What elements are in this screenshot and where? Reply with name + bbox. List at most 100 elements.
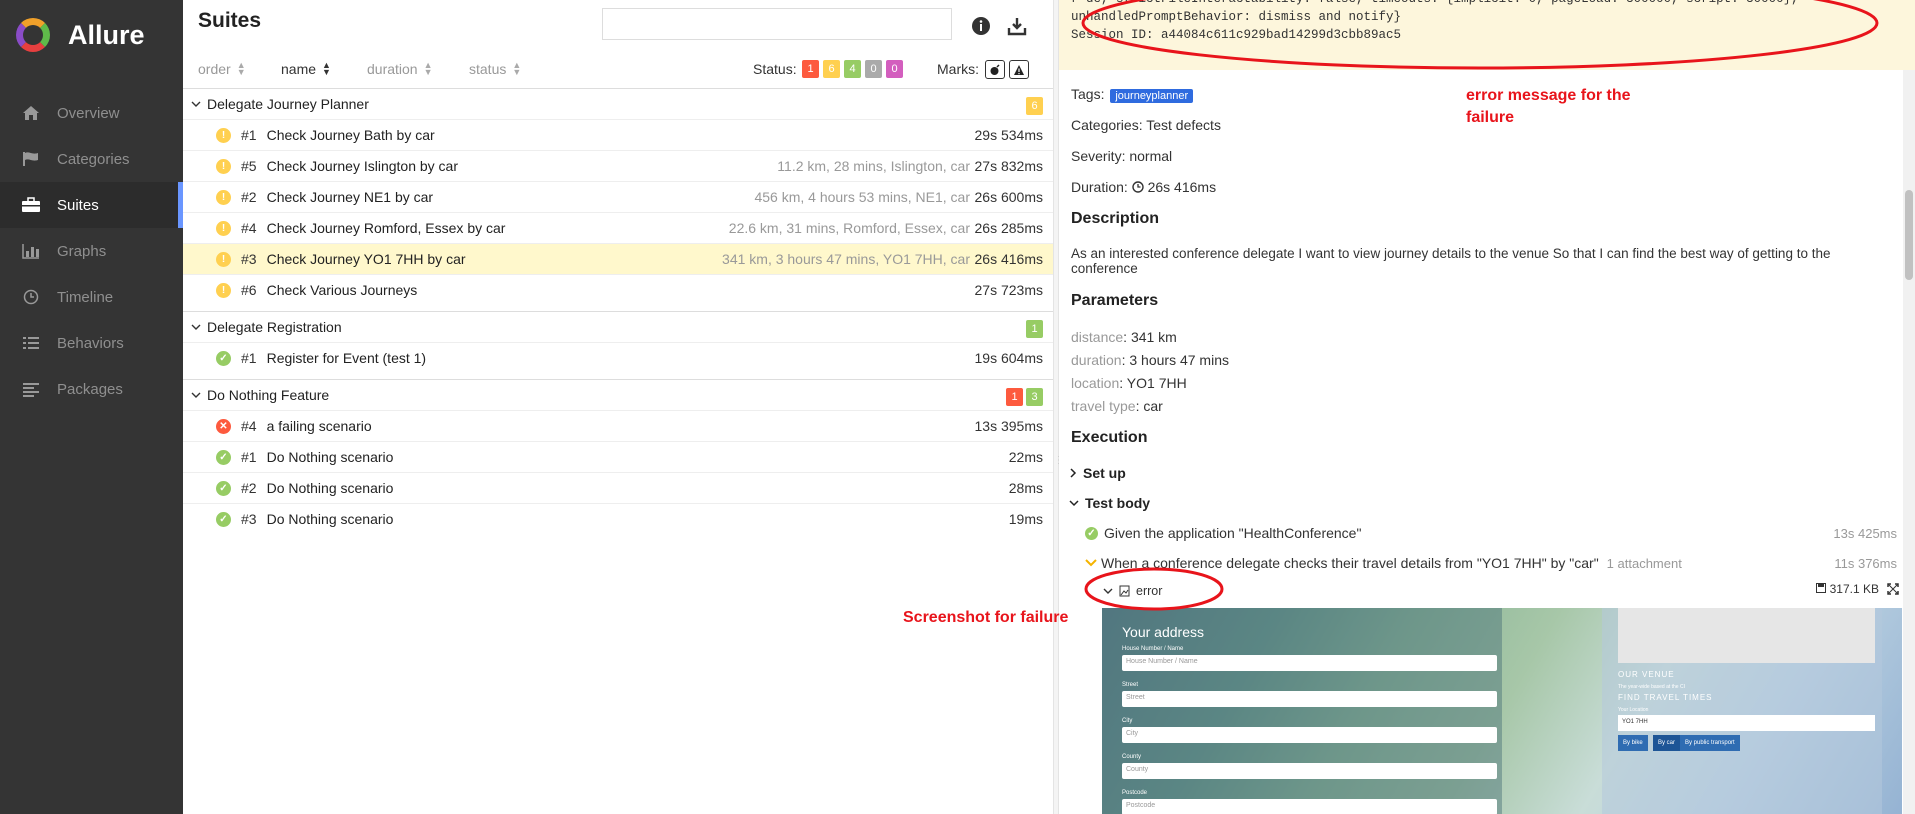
count-badge: 6: [1026, 97, 1043, 115]
brand[interactable]: Allure: [0, 0, 183, 70]
testbody-section-toggle[interactable]: Test body: [1069, 495, 1150, 511]
sidebar-item-timeline[interactable]: Timeline: [0, 274, 183, 320]
passed-status-icon: ✓: [216, 449, 231, 465]
details-scrollbar[interactable]: [1903, 70, 1915, 814]
list-icon: [20, 334, 42, 352]
info-button[interactable]: [969, 14, 993, 38]
test-number: #6: [241, 282, 257, 298]
test-number: #4: [241, 418, 257, 434]
bar-chart-icon: [20, 242, 42, 260]
test-row[interactable]: ! #4 Check Journey Romford, Essex by car 22…: [183, 212, 1053, 243]
suites-header: Suites: [183, 0, 1053, 50]
sidebar-item-overview[interactable]: Overview: [0, 90, 183, 136]
test-row[interactable]: ✕ #4 a failing scenario 13s 395ms: [183, 410, 1053, 441]
screenshot-map-placeholder: [1618, 608, 1875, 663]
failed-status-icon: ✕: [216, 418, 231, 434]
sidebar-item-suites[interactable]: Suites: [0, 182, 183, 228]
parameter-value: 341 km: [1130, 329, 1177, 345]
new-failed-mark-toggle[interactable]: [1009, 60, 1029, 79]
download-button[interactable]: [1005, 14, 1029, 38]
step-row[interactable]: ✓ Given the application "HealthConferenc…: [1085, 525, 1361, 541]
suites-pane: Suites order ▲ ▼ name ▲ ▼ duration ▲ ▼ s…: [183, 0, 1053, 814]
screenshot-button: By car: [1653, 735, 1681, 751]
status-filter-chip[interactable]: 1: [802, 60, 819, 78]
bomb-icon: [990, 63, 1000, 75]
test-duration: 27s 832ms: [974, 158, 1043, 174]
download-icon: [1007, 18, 1027, 36]
step-attachment-count: 1 attachment: [1606, 555, 1682, 571]
test-number: #2: [241, 480, 257, 496]
error-line: r=de, strictFileInteractability: false, …: [1071, 0, 1799, 8]
passed-status-icon: ✓: [216, 480, 231, 496]
search-input[interactable]: [602, 8, 952, 40]
screenshot-button: By public transport: [1680, 735, 1740, 751]
suite-group-header[interactable]: Delegate Journey Planner 6: [183, 89, 1053, 119]
chevron-down-icon: [191, 101, 201, 107]
sort-label: order: [198, 61, 231, 77]
chevron-down-icon: [191, 324, 201, 330]
suite-group-header[interactable]: Do Nothing Feature 1 3: [183, 380, 1053, 410]
warning-icon: [1014, 64, 1024, 75]
expand-attachment-button[interactable]: [1887, 582, 1899, 598]
sidebar-item-behaviors[interactable]: Behaviors: [0, 320, 183, 366]
test-row[interactable]: ✓ #3 Do Nothing scenario 19ms: [183, 503, 1053, 534]
screenshot-field: House Number / Name: [1122, 655, 1497, 671]
duration-label: Duration:: [1071, 179, 1128, 195]
marks-filter-label: Marks:: [937, 61, 979, 77]
sidebar-item-categories[interactable]: Categories: [0, 136, 183, 182]
test-row[interactable]: ! #6 Check Various Journeys 27s 723ms: [183, 274, 1053, 305]
status-filter-chip[interactable]: 4: [844, 60, 861, 78]
status-filter-chip[interactable]: 0: [886, 60, 903, 78]
test-row[interactable]: ✓ #1 Register for Event (test 1) 19s 604ms: [183, 342, 1053, 373]
sort-bar: order ▲ ▼ name ▲ ▼ duration ▲ ▼ status ▲ ▼ S…: [183, 57, 1053, 83]
scrollbar-thumb[interactable]: [1905, 190, 1913, 280]
screenshot-field: Postcode: [1122, 799, 1497, 814]
sort-duration[interactable]: duration ▲ ▼: [367, 61, 433, 78]
sidebar-item-label: Behaviors: [57, 334, 124, 352]
test-row[interactable]: ✓ #2 Do Nothing scenario 28ms: [183, 472, 1053, 503]
sort-name[interactable]: name ▲ ▼: [281, 61, 331, 78]
flaky-mark-toggle[interactable]: [985, 60, 1005, 79]
error-message-box: r=de, strictFileInteractability: false, …: [1059, 0, 1915, 70]
status-filter-chip[interactable]: 0: [865, 60, 882, 78]
parameter-key: duration: [1071, 352, 1122, 368]
test-row[interactable]: ! #1 Check Journey Bath by car 29s 534ms: [183, 119, 1053, 150]
test-row[interactable]: ✓ #1 Do Nothing scenario 22ms: [183, 441, 1053, 472]
annotation-error-message: error message for the failure: [1466, 87, 1631, 126]
screenshot-field-label: House Number / Name: [1122, 646, 1184, 652]
clock-icon: [20, 288, 42, 306]
suite-group-header[interactable]: Delegate Registration 1: [183, 312, 1053, 342]
screenshot-location-label: Your Location: [1618, 707, 1649, 713]
sidebar-item-packages[interactable]: Packages: [0, 366, 183, 412]
parameter-row: location: YO1 7HH: [1071, 375, 1187, 391]
test-number: #3: [241, 251, 257, 267]
test-duration: 28ms: [1008, 480, 1043, 496]
suite-group-counts: 6: [1026, 97, 1043, 115]
sort-status[interactable]: status ▲ ▼: [469, 61, 521, 78]
test-row[interactable]: ! #2 Check Journey NE1 by car 456 km, 4 hou…: [183, 181, 1053, 212]
duration-value: 26s 416ms: [1147, 179, 1217, 195]
info-icon: [972, 17, 990, 35]
parameter-row: travel type: car: [1071, 398, 1163, 414]
suite-group-name: Delegate Registration: [207, 319, 342, 335]
sidebar-item-graphs[interactable]: Graphs: [0, 228, 183, 274]
annotation-screenshot: Screenshot for failure: [903, 609, 1069, 626]
count-badge: 3: [1026, 388, 1043, 406]
status-filter-label: Status:: [753, 61, 797, 77]
step-text: Given the application "HealthConference": [1104, 525, 1362, 541]
flag-icon: [20, 150, 42, 168]
screenshot-heading: Your address: [1122, 624, 1204, 640]
test-name: a failing scenario: [266, 418, 372, 434]
sort-order[interactable]: order ▲ ▼: [198, 61, 246, 78]
parameters-title: Parameters: [1071, 292, 1159, 309]
setup-section-toggle[interactable]: Set up: [1069, 465, 1126, 481]
test-number: #1: [241, 350, 257, 366]
attachment-row[interactable]: error: [1103, 582, 1903, 600]
test-row[interactable]: ! #5 Check Journey Islington by car 11.2 km…: [183, 150, 1053, 181]
test-row[interactable]: ! #3 Check Journey YO1 7HH by car 341 km, 3…: [183, 243, 1053, 274]
tag-badge[interactable]: journeyplanner: [1110, 89, 1194, 103]
passed-status-icon: ✓: [1085, 526, 1098, 540]
step-row[interactable]: When a conference delegate checks their …: [1085, 555, 1682, 571]
status-filter-chip[interactable]: 6: [823, 60, 840, 78]
count-badge: 1: [1006, 388, 1023, 406]
